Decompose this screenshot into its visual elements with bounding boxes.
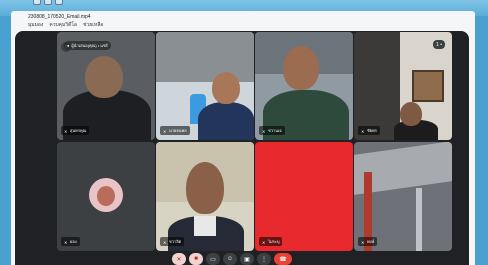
participant-name: พงษ์	[367, 239, 375, 244]
menu-item-view[interactable]: มุมมอง	[28, 21, 43, 29]
participant-count-badge[interactable]: 1 •	[433, 40, 445, 49]
participant-head	[400, 102, 422, 126]
mic-off-icon: ✕	[262, 128, 266, 134]
participant-head	[186, 162, 224, 214]
captions-button[interactable]: ▭	[206, 253, 220, 265]
menu-bar: มุมมอง ควบคุมวิดีโอ ช่วยเหลือ	[28, 21, 103, 29]
participant-name: ชวานเจ	[268, 128, 282, 133]
participant-tile-3: ✕ ชวานเจ	[255, 32, 353, 140]
meeting-toolbar: ✕ ■ ▭ ☺ ▣ ⋮ ☎	[172, 253, 292, 265]
window-controls-deco	[33, 0, 63, 5]
participant-tile-5: ✕ ผอง	[57, 142, 155, 251]
captions-icon: ▭	[210, 256, 216, 263]
mic-off-icon: ✕	[176, 256, 182, 263]
mic-off-icon: ✕	[64, 239, 68, 245]
emoji-icon: ☺	[226, 256, 234, 262]
phone-hangup-icon: ☎	[279, 256, 287, 263]
mic-off-button[interactable]: ✕	[172, 253, 186, 265]
camera-off-icon: ■	[194, 256, 198, 262]
participant-head	[85, 56, 123, 98]
mic-off-icon: ✕	[64, 128, 68, 134]
window-title: 230808_170520_Email.mp4	[28, 14, 91, 20]
pinned-presenter-chip[interactable]: ● ผู้นำเสนอ(คุณ) • แชร์	[64, 41, 111, 50]
pinned-label: ผู้นำเสนอ(คุณ) • แชร์	[71, 43, 108, 48]
participant-name-chip: ✕ ผอง	[61, 237, 80, 246]
participant-tile-6: ✕ ชวาลิต	[156, 142, 254, 251]
mic-off-icon: ✕	[262, 239, 266, 245]
minimize-icon[interactable]	[33, 0, 41, 5]
participant-body	[198, 102, 254, 140]
emoji-button[interactable]: ☺	[223, 253, 237, 265]
mic-off-icon: ✕	[163, 239, 167, 245]
present-button[interactable]: ▣	[240, 253, 254, 265]
end-call-button[interactable]: ☎	[274, 253, 292, 265]
maximize-icon[interactable]	[44, 0, 52, 5]
menu-item-video-control[interactable]: ควบคุมวิดีโอ	[49, 21, 77, 29]
participant-name-chip: ✕ ไม่ระบุ	[259, 237, 283, 246]
participant-name-chip: ✕ สุนทรคุณ	[61, 126, 90, 135]
mic-off-icon: ✕	[163, 128, 167, 134]
camera-off-button[interactable]: ■	[189, 253, 203, 265]
more-vertical-icon: ⋮	[261, 256, 267, 263]
pin-icon: ●	[67, 43, 70, 48]
participant-head	[212, 72, 240, 104]
participant-tile-2: ✕ นายธนพล	[156, 32, 254, 140]
background-post	[416, 188, 422, 251]
wall-picture	[412, 70, 444, 102]
participant-name-chip: ✕ พงษ์	[358, 237, 378, 246]
participant-name: ชัยพร	[367, 128, 377, 133]
more-options-button[interactable]: ⋮	[257, 253, 271, 265]
participant-name-chip: ✕ ชวานเจ	[259, 126, 285, 135]
present-icon: ▣	[244, 256, 250, 263]
mic-off-icon: ✕	[361, 239, 365, 245]
video-meeting-frame: ✕ สุนทรคุณ ✕ นายธนพล ✕ ชวานเจ ✕ ชัยพร ✕ ผอง ✕…	[15, 31, 469, 265]
participant-head	[283, 46, 319, 90]
participant-name: นายธนพล	[169, 128, 187, 133]
collar	[194, 216, 216, 236]
participant-name-chip: ✕ นายธนพล	[160, 126, 190, 135]
participant-name: ชวาลิต	[169, 239, 182, 244]
participant-name-chip: ✕ ชวาลิต	[160, 237, 185, 246]
background-wall	[156, 32, 254, 82]
participant-name-chip: ✕ ชัยพร	[358, 126, 380, 135]
participant-name: ผอง	[70, 239, 77, 244]
participant-tile-7: ✕ ไม่ระบุ	[255, 142, 353, 251]
participant-name: สุนทรคุณ	[70, 128, 87, 133]
close-icon[interactable]	[55, 0, 63, 5]
participant-name: ไม่ระบุ	[268, 239, 280, 244]
participant-avatar	[89, 178, 123, 212]
avatar-photo	[97, 186, 115, 206]
menu-item-help[interactable]: ช่วยเหลือ	[83, 21, 103, 29]
mic-off-icon: ✕	[361, 128, 365, 134]
participant-count: 1 •	[436, 41, 442, 48]
participant-tile-8: ✕ พงษ์	[354, 142, 452, 251]
